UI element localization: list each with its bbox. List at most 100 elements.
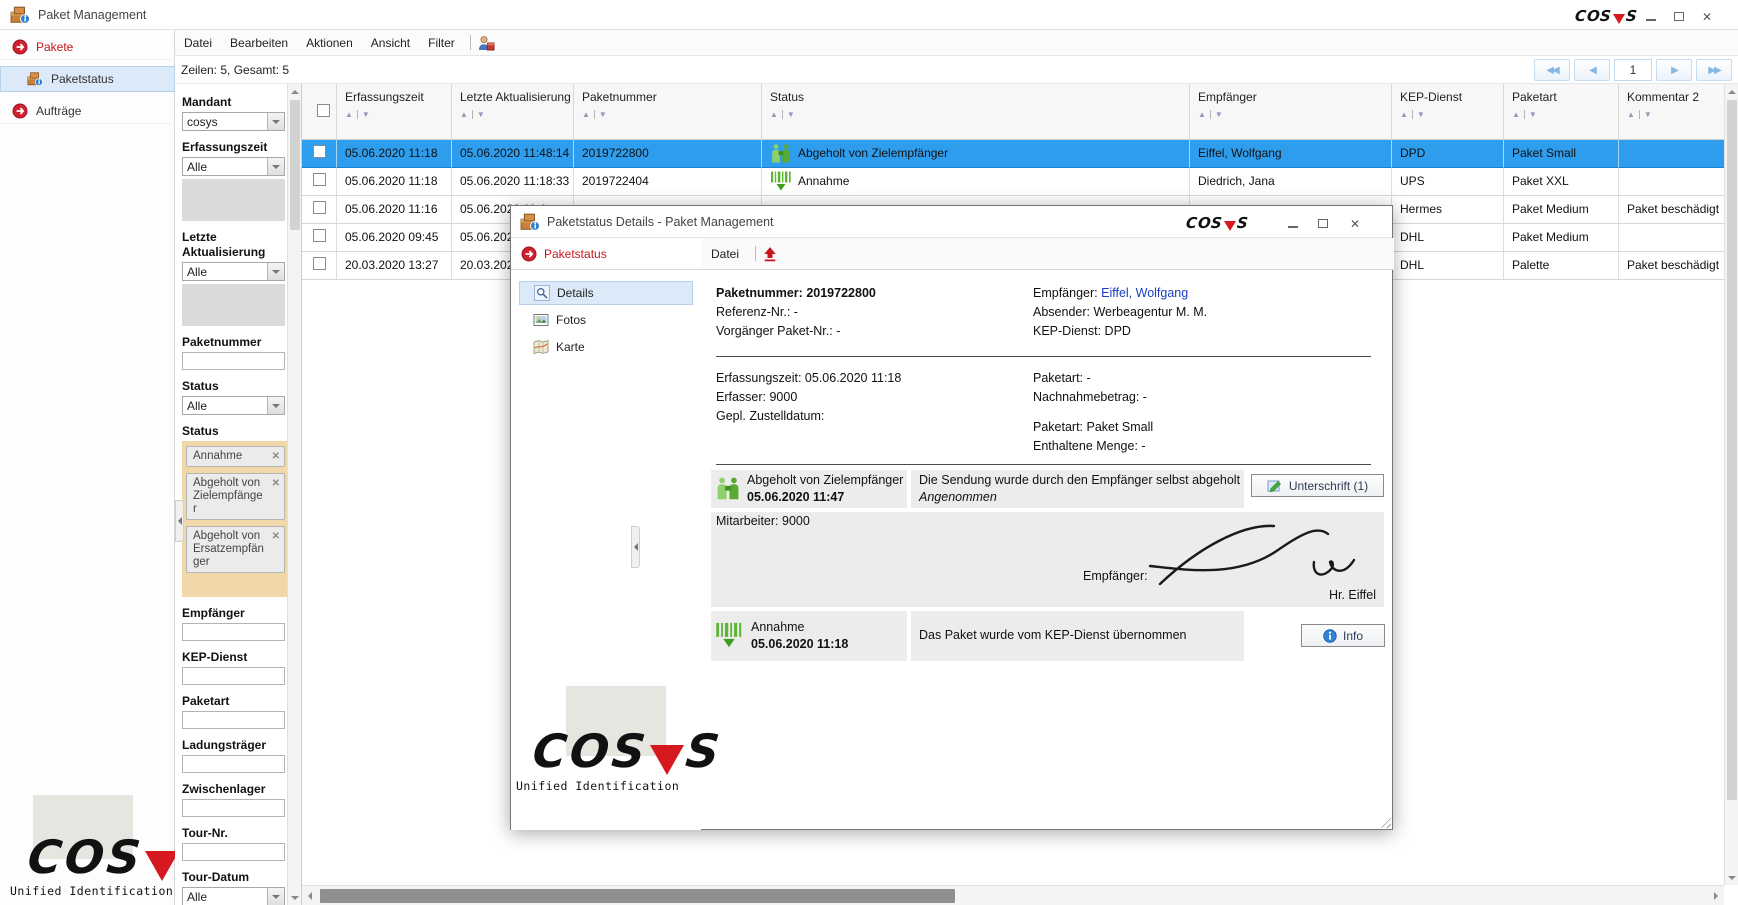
scroll-down-icon[interactable] xyxy=(1725,870,1738,885)
column-header-kep-dienst[interactable]: KEP-Dienst▲▼ xyxy=(1392,84,1504,140)
sort-asc-icon[interactable]: ▲ xyxy=(345,110,353,119)
filter-input-tour-nr-[interactable] xyxy=(182,843,285,861)
menu-datei[interactable]: Datei xyxy=(175,32,221,54)
filter-select-tour-datum[interactable]: Alle xyxy=(182,887,285,905)
dialog-menu-datei[interactable]: Datei xyxy=(701,243,749,265)
menu-ansicht[interactable]: Ansicht xyxy=(362,32,419,54)
sidebar-item-paketstatus[interactable]: Paketstatus xyxy=(0,66,175,92)
scroll-left-icon[interactable] xyxy=(302,886,318,905)
row-checkbox[interactable] xyxy=(313,257,326,270)
chevron-down-icon[interactable] xyxy=(267,888,284,905)
filter-select-erfassungszeit[interactable]: Alle xyxy=(182,157,285,176)
prev-page-button[interactable]: ◀ xyxy=(1574,59,1610,81)
column-header-paketnummer[interactable]: Paketnummer▲▼ xyxy=(574,84,762,140)
next-page-button[interactable]: ▶ xyxy=(1656,59,1692,81)
minimize-button[interactable] xyxy=(1646,11,1672,23)
scroll-down-icon[interactable] xyxy=(288,890,301,905)
close-button[interactable]: ✕ xyxy=(1350,218,1376,230)
sidebar-item-pakete[interactable]: Pakete xyxy=(0,34,175,60)
sort-desc-icon[interactable]: ▼ xyxy=(1644,110,1652,119)
exit-icon[interactable] xyxy=(762,246,778,262)
maximize-button[interactable] xyxy=(1318,219,1344,231)
minimize-button[interactable] xyxy=(1288,218,1314,230)
table-row[interactable]: 05.06.2020 11:1805.06.2020 11:48:1420197… xyxy=(302,140,1724,168)
sort-asc-icon[interactable]: ▲ xyxy=(1627,110,1635,119)
sort-asc-icon[interactable]: ▲ xyxy=(582,110,590,119)
sort-asc-icon[interactable]: ▲ xyxy=(770,110,778,119)
scroll-up-icon[interactable] xyxy=(288,84,301,99)
row-checkbox[interactable] xyxy=(313,201,326,214)
menu-aktionen[interactable]: Aktionen xyxy=(297,32,362,54)
chevron-down-icon[interactable] xyxy=(267,158,284,175)
table-hscrollbar[interactable] xyxy=(302,885,1724,905)
filter-select-mandant[interactable]: cosys xyxy=(182,112,285,131)
remove-chip-icon[interactable]: ✕ xyxy=(272,530,280,543)
filter-input-zwischenlager[interactable] xyxy=(182,799,285,817)
column-header-erfassungszeit[interactable]: Erfassungszeit▲▼ xyxy=(337,84,452,140)
info-button[interactable]: Info xyxy=(1301,624,1385,647)
column-header-empf-nger[interactable]: Empfänger▲▼ xyxy=(1190,84,1392,140)
sidebar-item-auftraege[interactable]: Aufträge xyxy=(0,98,175,124)
filter-select-status[interactable]: Alle xyxy=(182,396,285,415)
filter-collapse-handle[interactable] xyxy=(175,500,184,542)
scrollbar-thumb[interactable] xyxy=(1727,100,1737,800)
dialog-tab-details[interactable]: Details xyxy=(519,281,693,305)
page-number-box[interactable]: 1 xyxy=(1614,59,1652,81)
sort-asc-icon[interactable]: ▲ xyxy=(460,110,468,119)
chevron-down-icon[interactable] xyxy=(267,397,284,414)
column-header-status[interactable]: Status▲▼ xyxy=(762,84,1190,140)
scroll-up-icon[interactable] xyxy=(1725,84,1738,99)
filter-select-letzte-aktualisierung[interactable]: Alle xyxy=(182,262,285,281)
sort-asc-icon[interactable]: ▲ xyxy=(1512,110,1520,119)
scrollbar-thumb[interactable] xyxy=(320,889,955,903)
unterschrift-button[interactable]: Unterschrift (1) xyxy=(1251,474,1384,497)
column-header-letzte-aktualisierung[interactable]: Letzte Aktualisierung▲▼ xyxy=(452,84,574,140)
table-vscrollbar[interactable] xyxy=(1724,84,1738,885)
status-chip[interactable]: Annahme✕ xyxy=(186,446,285,467)
sort-desc-icon[interactable]: ▼ xyxy=(477,110,485,119)
dialog-tab-karte[interactable]: Karte xyxy=(519,335,693,359)
dialog-nav-paketstatus[interactable]: Paketstatus xyxy=(521,246,607,262)
filter-input-paketart[interactable] xyxy=(182,711,285,729)
sort-asc-icon[interactable]: ▲ xyxy=(1400,110,1408,119)
chevron-down-icon[interactable] xyxy=(267,263,284,280)
sort-desc-icon[interactable]: ▼ xyxy=(787,110,795,119)
maximize-button[interactable] xyxy=(1674,11,1700,23)
scrollbar-thumb[interactable] xyxy=(290,100,300,230)
column-header-paketart[interactable]: Paketart▲▼ xyxy=(1504,84,1619,140)
empfaenger-link[interactable]: Eiffel, Wolfgang xyxy=(1101,286,1188,300)
row-checkbox[interactable] xyxy=(313,229,326,242)
scroll-right-icon[interactable] xyxy=(1708,886,1724,905)
row-checkbox[interactable] xyxy=(313,145,326,158)
row-checkbox[interactable] xyxy=(313,173,326,186)
chevron-down-icon[interactable] xyxy=(267,113,284,130)
first-page-button[interactable]: ◀◀ xyxy=(1534,59,1570,81)
sort-desc-icon[interactable]: ▼ xyxy=(1215,110,1223,119)
resize-grip[interactable] xyxy=(1378,815,1391,828)
menu-bearbeiten[interactable]: Bearbeiten xyxy=(221,32,297,54)
filter-label: KEP-Dienst xyxy=(182,650,286,665)
table-row[interactable]: 05.06.2020 11:1805.06.2020 11:18:3320197… xyxy=(302,168,1724,196)
sort-desc-icon[interactable]: ▼ xyxy=(1417,110,1425,119)
column-header-kommentar-2[interactable]: Kommentar 2▲▼ xyxy=(1619,84,1726,140)
filter-input-paketnummer[interactable] xyxy=(182,352,285,370)
remove-chip-icon[interactable]: ✕ xyxy=(272,477,280,490)
sort-desc-icon[interactable]: ▼ xyxy=(599,110,607,119)
dialog-sidebar-collapse-handle[interactable] xyxy=(631,526,640,568)
filter-input-empf-nger[interactable] xyxy=(182,623,285,641)
user-icon[interactable] xyxy=(477,35,495,51)
status-chip[interactable]: Abgeholt von Zielempfänger✕ xyxy=(186,473,285,520)
sort-desc-icon[interactable]: ▼ xyxy=(1529,110,1537,119)
status-chip[interactable]: Abgeholt von Ersatzempfänger✕ xyxy=(186,526,285,573)
remove-chip-icon[interactable]: ✕ xyxy=(272,450,280,463)
select-all-checkbox[interactable] xyxy=(317,104,330,117)
sort-desc-icon[interactable]: ▼ xyxy=(362,110,370,119)
filter-scrollbar[interactable] xyxy=(287,84,301,905)
last-page-button[interactable]: ▶▶ xyxy=(1696,59,1732,81)
close-button[interactable]: ✕ xyxy=(1702,11,1728,23)
filter-input-ladungstr-ger[interactable] xyxy=(182,755,285,773)
dialog-tab-fotos[interactable]: Fotos xyxy=(519,308,693,332)
sort-asc-icon[interactable]: ▲ xyxy=(1198,110,1206,119)
filter-input-kep-dienst[interactable] xyxy=(182,667,285,685)
menu-filter[interactable]: Filter xyxy=(419,32,464,54)
